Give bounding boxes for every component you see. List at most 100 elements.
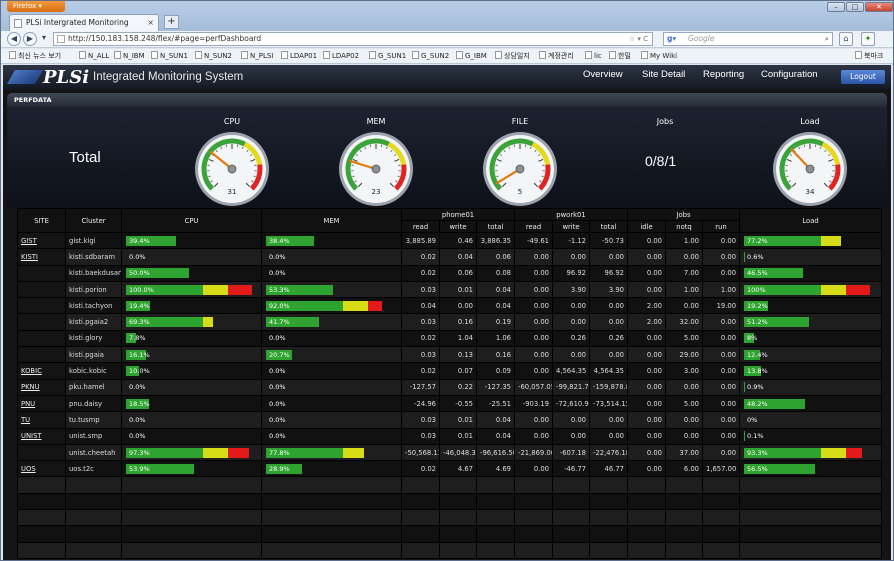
bookmark-item[interactable]: N_SUN2: [195, 51, 232, 60]
minimize-button[interactable]: –: [827, 2, 845, 12]
w-write-cell: 0.00: [552, 313, 590, 331]
new-tab-button[interactable]: +: [164, 15, 179, 29]
col-cpu[interactable]: CPU: [121, 208, 262, 233]
nav-configuration[interactable]: Configuration: [761, 69, 818, 80]
bookmark-item[interactable]: 상담일지: [495, 51, 530, 61]
bookmarks-menu[interactable]: 북마크: [855, 51, 883, 61]
site-cell[interactable]: GIST: [17, 231, 66, 250]
empty-cell: [121, 476, 262, 494]
bookmark-item[interactable]: LDAP02: [323, 51, 359, 60]
gauge-title-file: FILE: [511, 117, 529, 126]
table-row[interactable]: kisti.glory 7.8% 0.0% 0.02 1.04 1.06 0.00 0.26 0…: [17, 329, 883, 348]
site-cell[interactable]: KISTI: [17, 248, 66, 266]
mem-cell-label: 0.0%: [269, 367, 286, 376]
site-cell[interactable]: PNU: [17, 394, 66, 413]
url-bar[interactable]: http://150.183.158.248/flex/#page=perfDa…: [53, 32, 653, 46]
firefox-menu-button[interactable]: Firefox ▾: [7, 1, 65, 12]
col-phome-read[interactable]: read: [401, 220, 440, 233]
site-link[interactable]: UNIST: [21, 432, 42, 440]
table-row[interactable]: kisti.porion 100.0% 53.3% 0.03 0.01 0.04 0.00 3…: [17, 280, 883, 299]
nav-reporting[interactable]: Reporting: [703, 69, 744, 80]
table-row[interactable]: KISTI kisti.sdbaram 0.0% 0.0% 0.02 0.04 0.06 0.…: [17, 248, 883, 266]
forward-button[interactable]: ▶: [23, 32, 37, 46]
nav-site-detail[interactable]: Site Detail: [642, 69, 685, 80]
bookmark-item[interactable]: G_SUN1: [369, 51, 406, 60]
site-link[interactable]: TU: [21, 416, 30, 424]
bookmark-item[interactable]: 계정관리: [539, 51, 574, 61]
site-link[interactable]: PNU: [21, 400, 35, 408]
col-cluster[interactable]: Cluster: [65, 208, 122, 233]
site-link[interactable]: KOBIC: [21, 367, 42, 375]
tab-perf-dashboard[interactable]: PLSi Intergrated Monitoring System ×: [9, 14, 159, 43]
col-pwork-total[interactable]: total: [589, 220, 628, 233]
table-row[interactable]: kisti.tachyon 19.4% 92.0% 0.04 0.00 0.04 0.00 0…: [17, 297, 883, 315]
site-link[interactable]: PKNU: [21, 383, 40, 391]
bookmark-item[interactable]: My Wiki: [641, 51, 677, 60]
bookmark-item[interactable]: 최신 뉴스 보기: [9, 51, 61, 61]
table-row[interactable]: kisti.pgaia2 69.3% 41.7% 0.03 0.16 0.19 0.00 0.…: [17, 313, 883, 331]
search-icon[interactable]: ⌕: [825, 33, 829, 45]
site-cell[interactable]: KOBIC: [17, 362, 66, 380]
load-cell: 8%: [739, 329, 883, 348]
site-cell[interactable]: UNIST: [17, 427, 66, 445]
site-link[interactable]: UOS: [21, 465, 36, 473]
table-row[interactable]: PNU pnu.daisy 18.5% 0.0% -24.96 -0.55 -25.51 -9…: [17, 394, 883, 413]
nav-overview[interactable]: Overview: [583, 69, 623, 80]
site-link[interactable]: KISTI: [21, 253, 38, 261]
search-input[interactable]: g▾ Google ⌕: [663, 32, 833, 46]
load-cell-label: 0.9%: [747, 383, 764, 392]
table-row[interactable]: TU tu.tusmp 0.0% 0.0% 0.03 0.01 0.04 0.00 0.00 0.…: [17, 411, 883, 429]
site-cell[interactable]: PKNU: [17, 378, 66, 396]
table-row[interactable]: unist.cheetah 97.3% 77.8% -50,568.11 -46,048…: [17, 443, 883, 462]
table-row[interactable]: UOS uos.t2c 53.9% 28.9% 0.02 4.67 4.69 0.00 -46.…: [17, 460, 883, 478]
logout-button[interactable]: Logout: [841, 70, 885, 84]
bookmark-item[interactable]: 한밀: [609, 51, 631, 61]
bookmark-item[interactable]: N_IBM: [114, 51, 145, 60]
empty-cell: [261, 509, 402, 527]
col-jobs-notq[interactable]: notq: [665, 220, 703, 233]
addon-icon[interactable]: ✦: [861, 32, 875, 46]
col-phome-write[interactable]: write: [439, 220, 477, 233]
mem-cell-label: 53.3%: [269, 285, 290, 294]
table-row[interactable]: kisti.baekdusan 50.0% 0.0% 0.02 0.06 0.08 0.00…: [17, 264, 883, 282]
bookmark-item[interactable]: lic: [585, 51, 602, 60]
bookmark-item[interactable]: G_SUN2: [412, 51, 449, 60]
bookmark-star-icon[interactable]: ☆ ▾ C: [629, 33, 648, 45]
history-dropdown-icon[interactable]: ▾: [38, 32, 50, 46]
table-row[interactable]: UNIST unist.smp 0.0% 0.0% 0.03 0.01 0.04 0.00 0.…: [17, 427, 883, 445]
col-phome-total[interactable]: total: [476, 220, 515, 233]
bookmark-item[interactable]: N_ALL: [79, 51, 109, 60]
site-cell[interactable]: TU: [17, 411, 66, 429]
mem-cell: 0.0%: [261, 394, 402, 413]
window-close-button[interactable]: ✕: [865, 2, 893, 12]
col-jobs-run[interactable]: run: [701, 220, 741, 233]
bookmark-item[interactable]: N_SUN1: [151, 51, 188, 60]
table-row[interactable]: GIST gist.kigi 39.4% 38.4% 3,885.89 0.46 3,886…: [17, 231, 883, 250]
table-row[interactable]: PKNU pku.hamel 0.0% 0.0% -127.57 0.22 -127.35-…: [17, 378, 883, 396]
bookmark-item[interactable]: LDAP01: [281, 51, 317, 60]
bookmark-item[interactable]: G_IBM: [456, 51, 487, 60]
col-mem[interactable]: MEM: [261, 208, 402, 233]
mem-cell-bar: 0.0%: [266, 366, 397, 376]
col-pwork-read[interactable]: read: [514, 220, 553, 233]
table-row[interactable]: KOBIC kobic.kobic 10.0% 0.0% 0.02 0.07 0.09 0.0…: [17, 362, 883, 380]
close-icon[interactable]: ×: [147, 15, 154, 31]
home-button[interactable]: ⌂: [839, 32, 853, 46]
site-cell[interactable]: UOS: [17, 460, 66, 478]
w-read-cell: 0.00: [514, 280, 553, 299]
w-read-cell: -21,869.00: [514, 443, 553, 462]
site-link[interactable]: GIST: [21, 237, 37, 245]
col-pwork-write[interactable]: write: [552, 220, 590, 233]
col-load[interactable]: Load: [739, 208, 883, 233]
load-cell: 56.5%: [739, 460, 883, 478]
col-group-jobs: Jobs: [626, 208, 741, 221]
table-row[interactable]: kisti.pgaia 16.1% 20.7% 0.03 0.13 0.16 0.00 0.0…: [17, 346, 883, 364]
empty-cell: [476, 476, 515, 494]
mem-cell-label: 0.0%: [269, 334, 286, 343]
back-button[interactable]: ◀: [7, 32, 21, 46]
bookmark-item[interactable]: N_PLSI: [241, 51, 273, 60]
col-jobs-idle[interactable]: idle: [627, 220, 666, 233]
col-site[interactable]: SITE: [17, 208, 66, 233]
maximize-button[interactable]: □: [846, 2, 864, 12]
w-write-cell: 4,564.35: [552, 362, 590, 380]
